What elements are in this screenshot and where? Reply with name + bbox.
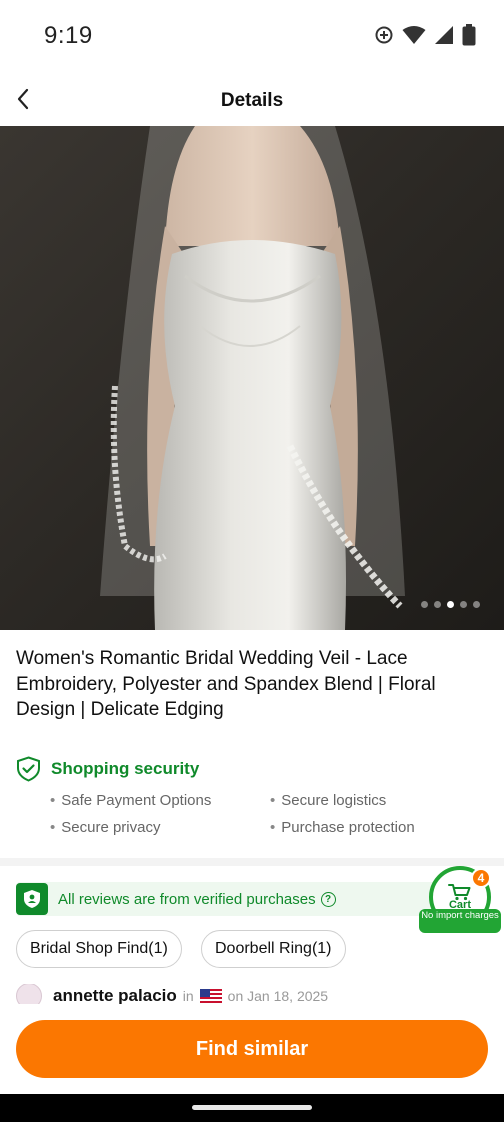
product-title: Women's Romantic Bridal Wedding Veil - L… bbox=[16, 648, 436, 720]
review-date: on Jan 18, 2025 bbox=[227, 988, 329, 1004]
security-item: Secure logistics bbox=[270, 792, 386, 809]
system-nav-bar bbox=[0, 1094, 504, 1122]
review-filter-chip[interactable]: Bridal Shop Find(1) bbox=[16, 930, 182, 968]
home-handle[interactable] bbox=[192, 1105, 312, 1110]
shopping-security-section[interactable]: Shopping security Safe Payment Options S… bbox=[16, 756, 488, 836]
security-item: Purchase protection bbox=[270, 819, 414, 836]
carousel-dot[interactable] bbox=[434, 601, 441, 608]
status-icons bbox=[374, 24, 476, 46]
shield-person-icon bbox=[16, 883, 48, 915]
verified-reviews-banner: All reviews are from verified purchases … bbox=[16, 882, 468, 916]
security-title: Shopping security bbox=[51, 759, 200, 778]
carousel-dot-active[interactable] bbox=[447, 601, 454, 608]
product-image bbox=[0, 126, 504, 630]
header: Details bbox=[0, 72, 504, 126]
us-flag-icon bbox=[199, 989, 222, 1003]
carousel-dot[interactable] bbox=[421, 601, 428, 608]
carousel-dots bbox=[421, 601, 480, 608]
review-filter-chip[interactable]: Doorbell Ring(1) bbox=[201, 930, 346, 968]
security-item: Safe Payment Options bbox=[50, 792, 211, 809]
verified-reviews-text: All reviews are from verified purchases bbox=[58, 890, 316, 908]
carousel-dot[interactable] bbox=[473, 601, 480, 608]
battery-icon bbox=[462, 24, 476, 46]
status-time: 9:19 bbox=[44, 22, 93, 49]
shield-check-icon bbox=[17, 756, 40, 782]
reviewer-in-label: in bbox=[182, 988, 194, 1004]
no-import-charges-label: No import charges bbox=[419, 909, 501, 933]
data-saver-icon bbox=[374, 25, 394, 45]
find-similar-button[interactable]: Find similar bbox=[16, 1020, 488, 1078]
reviewer-name: annette palacio bbox=[53, 986, 177, 1005]
product-image-carousel[interactable] bbox=[0, 126, 504, 630]
signal-icon bbox=[434, 25, 454, 45]
section-divider bbox=[0, 858, 504, 866]
carousel-dot[interactable] bbox=[460, 601, 467, 608]
security-item: Secure privacy bbox=[50, 819, 160, 836]
status-bar: 9:19 bbox=[0, 0, 504, 72]
page-title: Details bbox=[220, 90, 284, 111]
question-circle-icon[interactable]: ? bbox=[320, 891, 336, 907]
cart-count-badge: 4 bbox=[471, 868, 491, 888]
cart-button[interactable]: Cart 4 No import charges bbox=[418, 866, 502, 938]
wifi-icon bbox=[402, 25, 426, 45]
